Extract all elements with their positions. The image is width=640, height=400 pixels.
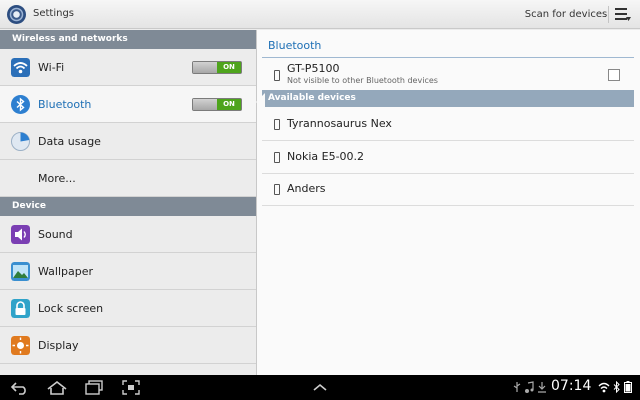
wifi-toggle[interactable]: ON (192, 61, 242, 74)
sidebar-item-label: Data usage (38, 135, 101, 148)
sidebar-item-label: Display (38, 339, 79, 352)
sidebar-item-wifi[interactable]: Wi-Fi ON (0, 49, 256, 86)
settings-list-pane: Wireless and networks Wi-Fi ON Bluetooth… (0, 30, 256, 375)
sidebar-item-partial[interactable] (0, 364, 256, 375)
wifi-icon (11, 58, 30, 77)
bluetooth-icon (11, 95, 30, 114)
recent-apps-icon[interactable] (84, 380, 104, 395)
action-bar: Settings Scan for devices (0, 0, 640, 29)
settings-gear-icon[interactable] (7, 5, 26, 24)
lock-icon (11, 299, 30, 318)
home-icon[interactable] (46, 380, 68, 395)
phone-icon (274, 152, 280, 163)
app-title: Settings (33, 8, 75, 19)
battery-icon (624, 381, 632, 393)
system-bar: 07:14 (0, 375, 640, 400)
detail-title: Bluetooth (268, 39, 322, 52)
available-devices-header: Available devices (262, 90, 634, 107)
usb-icon (513, 382, 521, 392)
sidebar-item-sound[interactable]: Sound (0, 216, 256, 253)
sidebar-item-wallpaper[interactable]: Wallpaper (0, 253, 256, 290)
bluetooth-status-icon (613, 381, 620, 393)
sound-icon (11, 225, 30, 244)
list-item[interactable]: Anders (262, 173, 634, 206)
own-device-visibility: Not visible to other Bluetooth devices (287, 76, 438, 85)
phone-icon (274, 70, 280, 81)
sidebar-item-label: More... (38, 172, 76, 185)
download-icon (538, 382, 546, 393)
sidebar-item-data-usage[interactable]: Data usage (0, 123, 256, 160)
toggle-knob (193, 62, 217, 73)
sidebar-item-label: Bluetooth (38, 98, 92, 111)
sidebar-item-label: Wallpaper (38, 265, 94, 278)
sidebar-item-label: Sound (38, 228, 73, 241)
toggle-state-label: ON (217, 99, 241, 110)
section-header-wireless: Wireless and networks (0, 30, 256, 49)
toggle-state-label: ON (217, 62, 241, 73)
section-header-device: Device (0, 197, 256, 216)
back-icon[interactable] (10, 380, 30, 395)
sidebar-item-lock-screen[interactable]: Lock screen (0, 290, 256, 327)
bluetooth-detail-pane: Bluetooth GT-P5100 Not visible to other … (257, 30, 640, 375)
sidebar-item-bluetooth[interactable]: Bluetooth ON (0, 86, 256, 123)
own-device-name: GT-P5100 (287, 62, 340, 75)
status-clock[interactable]: 07:14 (551, 378, 591, 394)
sidebar-item-label: Wi-Fi (38, 61, 65, 74)
list-item[interactable]: Nokia E5-00.2 (262, 141, 634, 174)
toggle-knob (193, 99, 217, 110)
device-name: Tyrannosaurus Nex (287, 117, 392, 130)
bluetooth-toggle[interactable]: ON (192, 98, 242, 111)
phone-icon (274, 119, 280, 130)
screenshot-icon[interactable] (122, 380, 140, 395)
sidebar-item-more[interactable]: More... (0, 160, 256, 197)
app-tray-chevron-icon[interactable] (312, 380, 328, 395)
wifi-signal-icon (598, 382, 610, 393)
visibility-checkbox[interactable] (608, 69, 620, 81)
overflow-menu-icon[interactable] (614, 7, 632, 22)
display-icon (11, 336, 30, 355)
wallpaper-icon (11, 262, 30, 281)
sidebar-item-display[interactable]: Display (0, 327, 256, 364)
own-device-row[interactable]: GT-P5100 Not visible to other Bluetooth … (262, 59, 634, 92)
action-bar-divider (608, 6, 609, 23)
list-item[interactable]: Tyrannosaurus Nex (262, 108, 634, 141)
selection-pointer (256, 93, 265, 111)
data-usage-icon (11, 132, 30, 151)
device-name: Nokia E5-00.2 (287, 150, 365, 163)
phone-icon (274, 184, 280, 195)
device-name: Anders (287, 182, 326, 195)
music-icon (525, 381, 534, 393)
scan-for-devices-button[interactable]: Scan for devices (524, 0, 608, 29)
sidebar-item-label: Lock screen (38, 302, 104, 315)
detail-title-underline (262, 57, 634, 58)
